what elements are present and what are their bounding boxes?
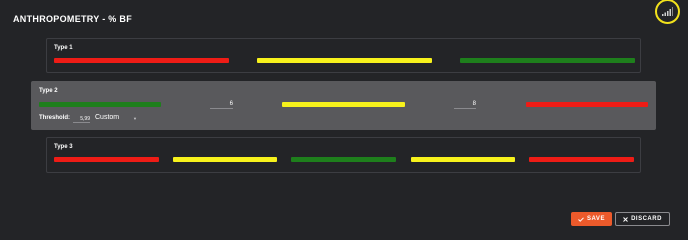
type-3-panel[interactable]: Type 3 <box>46 137 641 173</box>
type-2-zone-green <box>39 102 161 107</box>
type-2-zone-red <box>526 102 648 107</box>
discard-label: DISCARD <box>631 216 662 222</box>
type-1-zone-yellow <box>257 58 432 63</box>
type-2-panel[interactable]: Type 2 6 8 Threshold: 5,99 Custom ▼ <box>31 81 656 130</box>
type-1-panel[interactable]: Type 1 <box>46 38 641 73</box>
threshold-input[interactable]: 5,99 <box>73 116 90 123</box>
type-2-label: Type 2 <box>39 88 58 94</box>
type-1-zone-green <box>460 58 635 63</box>
type-3-zone-red-2 <box>529 157 634 162</box>
threshold-mode-value: Custom <box>95 114 120 121</box>
type-1-zone-red <box>54 58 229 63</box>
threshold-mode-select[interactable]: Custom ▼ <box>95 114 137 123</box>
threshold-label: Threshold: <box>39 115 70 121</box>
corner-signal-button[interactable] <box>655 0 680 24</box>
boundary-2-input[interactable]: 8 <box>454 101 476 109</box>
chevron-down-icon: ▼ <box>133 116 137 121</box>
type-2-zone-yellow <box>282 102 405 107</box>
type-3-zone-red-1 <box>54 157 159 162</box>
type-3-zone-yellow-2 <box>411 157 515 162</box>
page-title: ANTHROPOMETRY - % BF <box>13 14 133 24</box>
check-icon <box>578 216 584 222</box>
signal-bars-icon <box>662 7 673 16</box>
discard-button[interactable]: DISCARD <box>615 212 670 226</box>
boundary-1-input[interactable]: 6 <box>210 101 233 109</box>
type-3-zone-green <box>291 157 396 162</box>
type-3-label: Type 3 <box>54 144 73 150</box>
type-3-zone-yellow-1 <box>173 157 277 162</box>
type-1-label: Type 1 <box>54 45 73 51</box>
save-label: SAVE <box>587 216 605 222</box>
save-button[interactable]: SAVE <box>571 212 612 226</box>
close-icon <box>623 216 628 222</box>
